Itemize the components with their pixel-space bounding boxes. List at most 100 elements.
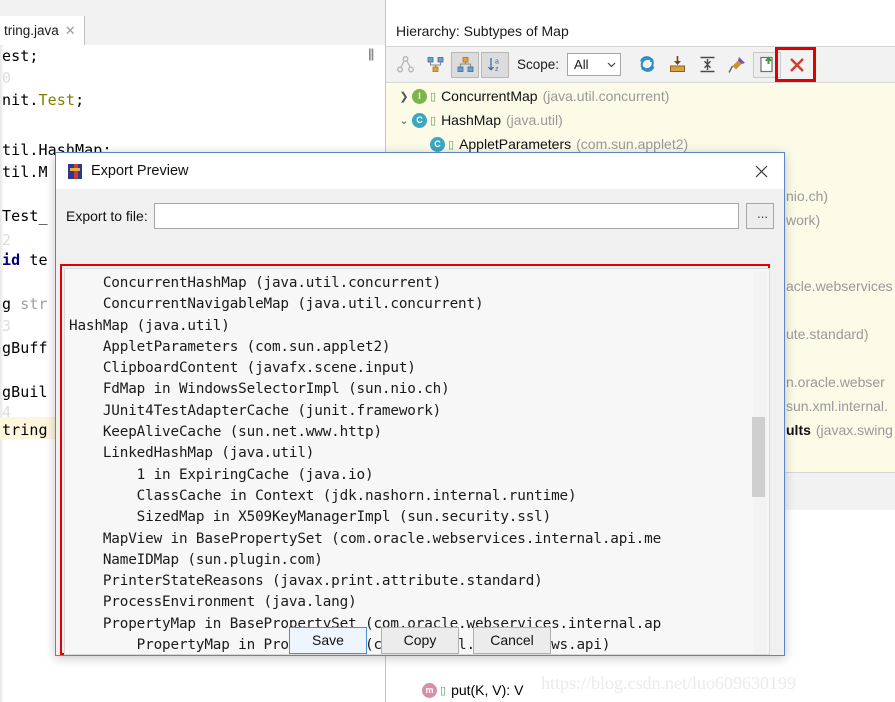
- preview-line: 1 in ExpiringCache (java.io): [69, 466, 374, 483]
- scope-select[interactable]: All: [567, 53, 622, 76]
- preview-line: ConcurrentNavigableMap (java.util.concur…: [69, 296, 484, 313]
- preview-line: ClassCache in Context (jdk.nashorn.inter…: [69, 487, 577, 504]
- code-line: tring: [2, 421, 48, 439]
- tree-item-name: AppletParameters: [459, 136, 572, 152]
- tree-item-package: nio.ch): [786, 188, 829, 204]
- export-to-text-file-icon[interactable]: [753, 51, 782, 78]
- preview-line: NameIDMap (sun.plugin.com): [69, 551, 323, 568]
- dialog-button-row: Save Copy Cancel: [56, 625, 784, 655]
- save-button[interactable]: Save: [289, 626, 367, 654]
- code-line: g str: [2, 295, 48, 313]
- collapse-all-icon[interactable]: [693, 52, 721, 78]
- preview-line: AppletParameters (com.sun.applet2): [69, 338, 391, 355]
- export-to-file-label: Export to file:: [66, 208, 148, 224]
- editor-tab-string-java[interactable]: tring.java ✕: [0, 16, 85, 45]
- visibility-icon: ▯: [448, 138, 455, 151]
- preview-line: PrinterStateReasons (javax.print.attribu…: [69, 573, 543, 590]
- refresh-icon[interactable]: [633, 52, 661, 78]
- preview-line: SizedMap in X509KeyManagerImpl (sun.secu…: [69, 509, 552, 526]
- visibility-icon: ▯: [430, 90, 437, 103]
- preview-line: JUnit4TestAdapterCache (junit.framework): [69, 402, 442, 419]
- close-panel-icon[interactable]: [783, 52, 811, 78]
- preview-line: LinkedHashMap (java.util): [69, 445, 315, 462]
- code-ghost-number: 3: [2, 317, 12, 335]
- browse-button[interactable]: ...: [746, 203, 774, 229]
- export-to-file-row: Export to file: ...: [66, 202, 774, 230]
- dialog-title-bar[interactable]: Export Preview: [56, 153, 784, 189]
- preview-highlight-box: ConcurrentHashMap (java.util.concurrent)…: [60, 264, 770, 655]
- visibility-icon: ▯: [440, 684, 447, 697]
- tree-item-package: acle.webservices: [786, 278, 893, 294]
- svg-text:z: z: [495, 66, 499, 73]
- cancel-button[interactable]: Cancel: [473, 626, 551, 654]
- tree-item-package: (java.util.concurrent): [542, 88, 670, 104]
- tree-item-package: ute.standard): [786, 326, 869, 342]
- tree-item-name: ConcurrentMap: [441, 88, 538, 104]
- preview-line: KeepAliveCache (sun.net.www.http): [69, 424, 382, 441]
- copy-button[interactable]: Copy: [381, 626, 459, 654]
- preview-text-area[interactable]: ConcurrentHashMap (java.util.concurrent)…: [64, 268, 770, 655]
- code-line: til.M: [2, 163, 48, 181]
- svg-text:a: a: [495, 59, 499, 66]
- tree-item-fragment[interactable]: n.oracle.webser: [786, 370, 885, 394]
- tree-item-package: (com.sun.applet2): [576, 136, 689, 152]
- scope-label: Scope:: [517, 57, 560, 72]
- chevron-right-icon[interactable]: ❯: [396, 90, 412, 103]
- tree-item-package: n.oracle.webser: [786, 374, 885, 390]
- supertypes-hierarchy-icon[interactable]: [421, 52, 449, 78]
- tree-item-package: (javax.swing: [815, 422, 893, 438]
- hierarchy-toolbar: a z Scope: All: [386, 46, 895, 83]
- close-icon[interactable]: [752, 162, 770, 180]
- preview-line: FdMap in WindowsSelectorImpl (sun.nio.ch…: [69, 381, 450, 398]
- class-icon: C: [430, 136, 445, 152]
- editor-tab-bar: tring.java ✕: [0, 16, 385, 46]
- editor-top-strip: [0, 0, 385, 16]
- editor-tab-label: tring.java: [4, 23, 59, 38]
- member-item-label: put(K, V): V: [451, 682, 524, 698]
- member-item-put[interactable]: m ▯ put(K, V): V: [386, 678, 523, 702]
- app-icon: [68, 163, 82, 179]
- code-line: est;: [2, 47, 39, 65]
- preview-line: ClipboardContent (javafx.scene.input): [69, 360, 416, 377]
- tree-item-fragment[interactable]: work): [786, 208, 820, 232]
- code-ghost-number: 4: [2, 403, 12, 421]
- expand-all-icon[interactable]: [663, 52, 691, 78]
- tree-item-package: sun.xml.internal.: [786, 398, 888, 414]
- interface-icon: I: [412, 88, 427, 104]
- tree-item-fragment[interactable]: ute.standard): [786, 322, 869, 346]
- tree-item-fragment[interactable]: sun.xml.internal.: [786, 394, 888, 418]
- sort-alphabetically-icon[interactable]: a z: [481, 51, 509, 78]
- ide-window: tring.java ✕ est; 0 nit.Test; til.HashMa…: [0, 0, 895, 702]
- code-line: id te: [2, 251, 48, 269]
- close-icon[interactable]: ✕: [65, 24, 76, 37]
- preview-scrollbar-thumb[interactable]: [752, 417, 765, 497]
- export-to-file-input[interactable]: [153, 203, 739, 229]
- chevron-down-icon[interactable]: ⌄: [396, 114, 412, 127]
- dialog-title: Export Preview: [91, 163, 189, 179]
- code-line: gBuff: [2, 339, 48, 357]
- scope-select-value: All: [574, 57, 589, 72]
- preview-line: ProcessEnvironment (java.lang): [69, 594, 357, 611]
- tree-item-fragment[interactable]: acle.webservices: [786, 274, 893, 298]
- tree-item-name: HashMap: [441, 112, 501, 128]
- tree-item-package: (java.util): [505, 112, 563, 128]
- preview-line: MapView in BasePropertySet (com.oracle.w…: [69, 530, 662, 547]
- preview-line: HashMap (java.util): [69, 317, 230, 334]
- preview-line: ConcurrentHashMap (java.util.concurrent): [69, 275, 442, 291]
- code-line: gBuil: [2, 383, 48, 401]
- type-hierarchy-icon[interactable]: [391, 52, 419, 78]
- tree-item-hashmap[interactable]: ⌄ C ▯ HashMap (java.util): [386, 108, 895, 132]
- watermark-text: https://blog.csdn.net/luo609630199: [541, 673, 796, 693]
- tree-item-fragment[interactable]: ults (javax.swing: [786, 418, 893, 442]
- export-preview-dialog: Export Preview Export to file: ... Concu…: [55, 152, 785, 656]
- code-ghost-number: 0: [2, 69, 12, 87]
- chevron-down-icon: [607, 60, 616, 69]
- hierarchy-title: Hierarchy: Subtypes of Map: [386, 16, 895, 45]
- subtypes-hierarchy-icon[interactable]: [451, 51, 479, 78]
- tree-item-package: work): [786, 212, 821, 228]
- tree-item-fragment[interactable]: nio.ch): [786, 184, 828, 208]
- method-icon: m: [422, 682, 437, 698]
- pin-tab-icon[interactable]: [723, 52, 751, 78]
- preview-scrollbar[interactable]: [752, 271, 767, 654]
- tree-item-concurrentmap[interactable]: ❯ I ▯ ConcurrentMap (java.util.concurren…: [386, 84, 895, 108]
